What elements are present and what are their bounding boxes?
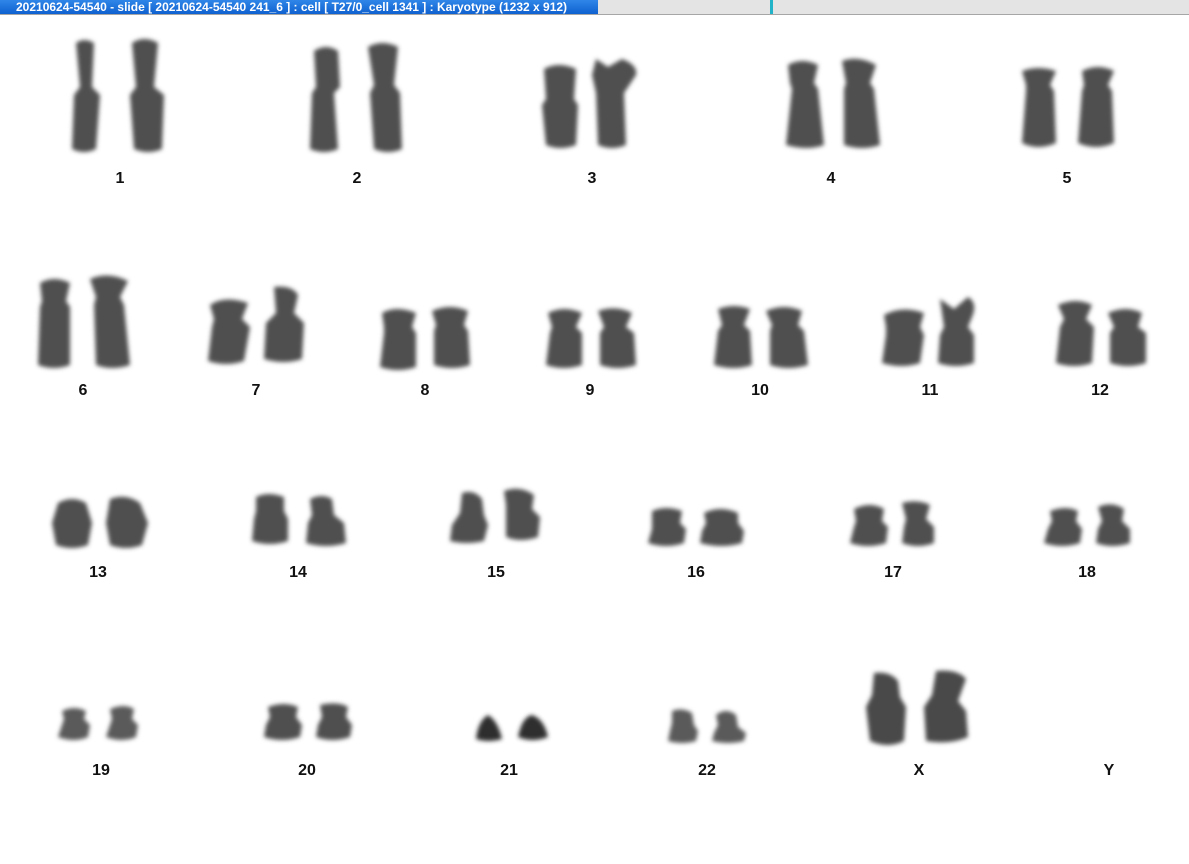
chromosome-label-15: 15	[487, 564, 505, 581]
window-title-bar: 20210624-54540 - slide [ 20210624-54540 …	[0, 0, 1189, 15]
chromosome-11-a[interactable]	[882, 309, 924, 366]
chromosome-14-a[interactable]	[252, 494, 288, 544]
chromosome-12-b[interactable]	[1108, 309, 1146, 366]
chromosome-6-b[interactable]	[90, 275, 130, 368]
chromosome-5-a[interactable]	[1022, 68, 1056, 147]
chromosome-11-b[interactable]	[938, 297, 975, 366]
chromosome-label-5: 5	[1062, 170, 1072, 187]
chromosome-1-b[interactable]	[130, 39, 164, 152]
chromosome-pair-19[interactable]	[54, 703, 144, 745]
chromosome-pair-21[interactable]	[468, 711, 554, 745]
chromosome-pair-8[interactable]	[376, 303, 476, 373]
chromosome-pair-2[interactable]	[304, 41, 408, 159]
chromosome-18-b[interactable]	[1096, 504, 1130, 546]
chromosome-13-a[interactable]	[52, 499, 92, 548]
chromosome-pair-20[interactable]	[258, 701, 358, 745]
chromosome-X-a[interactable]	[866, 672, 906, 745]
chromosome-label-11: 11	[921, 382, 939, 399]
chromosome-4-b[interactable]	[842, 58, 880, 148]
chromosome-pair-18[interactable]	[1040, 501, 1136, 551]
chromosome-13-b[interactable]	[106, 496, 148, 548]
chromosome-14-b[interactable]	[306, 496, 346, 546]
chromosome-label-7: 7	[251, 382, 261, 399]
chromosome-22-a[interactable]	[668, 709, 698, 743]
chromosome-pair-17[interactable]	[846, 499, 940, 551]
chromosome-pair-16[interactable]	[644, 505, 748, 551]
chromosome-label-17: 17	[884, 564, 902, 581]
chromosome-pair-1[interactable]	[64, 37, 176, 157]
chromosome-label-6: 6	[78, 382, 88, 399]
chromosome-16-b[interactable]	[700, 509, 744, 546]
chromosome-4-a[interactable]	[786, 61, 824, 148]
chromosome-pair-15[interactable]	[444, 485, 548, 549]
chromosome-label-14: 14	[289, 564, 307, 581]
chromosome-15-a[interactable]	[450, 491, 488, 543]
chromosome-16-a[interactable]	[648, 508, 686, 546]
chromosome-6-a[interactable]	[38, 279, 70, 368]
chromosome-X-b[interactable]	[924, 670, 968, 743]
chromosome-label-10: 10	[751, 382, 769, 399]
chromosome-2-a[interactable]	[310, 47, 340, 152]
chromosome-label-22: 22	[698, 762, 716, 779]
chromosome-label-2: 2	[352, 170, 362, 187]
chromosome-label-3: 3	[587, 170, 597, 187]
chromosome-pair-4[interactable]	[780, 55, 884, 151]
chromosome-1-a[interactable]	[72, 40, 100, 152]
chromosome-20-a[interactable]	[264, 704, 302, 740]
chromosome-19-a[interactable]	[58, 708, 90, 740]
chromosome-label-21: 21	[500, 762, 518, 779]
chromosome-10-b[interactable]	[766, 307, 808, 368]
chromosome-7-b[interactable]	[264, 286, 304, 362]
window-title: 20210624-54540 - slide [ 20210624-54540 …	[16, 0, 568, 14]
chromosome-8-b[interactable]	[432, 307, 470, 368]
chromosome-pair-11[interactable]	[878, 293, 982, 371]
chromosome-15-b[interactable]	[504, 488, 540, 540]
chromosome-pair-9[interactable]	[542, 303, 642, 373]
chromosome-label-20: 20	[298, 762, 316, 779]
chromosome-label-X: X	[913, 762, 925, 779]
chromosome-label-18: 18	[1078, 564, 1096, 581]
chromosome-label-8: 8	[420, 382, 430, 399]
title-bar-active-region[interactable]: 20210624-54540 - slide [ 20210624-54540 …	[0, 0, 598, 14]
chromosome-pair-5[interactable]	[1016, 63, 1120, 151]
chromosome-7-a[interactable]	[208, 299, 250, 364]
chromosome-3-a[interactable]	[542, 65, 578, 148]
chromosome-17-a[interactable]	[850, 505, 888, 546]
chromosome-label-1: 1	[115, 170, 125, 187]
chromosome-label-12: 12	[1091, 382, 1109, 399]
chromosome-12-a[interactable]	[1056, 301, 1094, 366]
chromosome-10-a[interactable]	[714, 306, 752, 368]
chromosome-pair-14[interactable]	[248, 489, 352, 551]
chromosome-label-9: 9	[585, 382, 595, 399]
chromosome-17-b[interactable]	[902, 501, 934, 546]
chromosome-pair-3[interactable]	[538, 53, 646, 151]
chromosome-22-b[interactable]	[712, 711, 746, 743]
chromosome-label-13: 13	[89, 564, 107, 581]
chromosome-9-b[interactable]	[598, 308, 636, 368]
chromosome-label-4: 4	[826, 170, 836, 187]
title-bar-splitter[interactable]	[770, 0, 773, 14]
chromosome-21-b[interactable]	[518, 715, 548, 740]
chromosome-2-b[interactable]	[368, 43, 402, 152]
chromosome-label-19: 19	[92, 762, 110, 779]
chromosome-label-16: 16	[687, 564, 705, 581]
chromosome-18-a[interactable]	[1044, 508, 1082, 546]
chromosome-pair-7[interactable]	[204, 283, 308, 367]
chromosome-label-Y: Y	[1103, 762, 1115, 779]
chromosome-8-a[interactable]	[380, 309, 416, 370]
chromosome-pair-13[interactable]	[48, 493, 152, 553]
chromosome-pair-10[interactable]	[710, 301, 814, 373]
chromosome-19-b[interactable]	[106, 706, 138, 740]
chromosome-pair-22[interactable]	[664, 705, 754, 747]
karyotype-canvas: 1 2 3 4 5 6 7 8 9 10 11 12 13 14 15 16 1…	[0, 15, 1189, 864]
chromosome-20-b[interactable]	[316, 703, 352, 740]
chromosome-3-b[interactable]	[592, 59, 637, 148]
chromosome-5-b[interactable]	[1078, 67, 1114, 147]
chromosome-pair-12[interactable]	[1052, 297, 1152, 371]
chromosome-pair-6[interactable]	[32, 273, 136, 373]
chromosome-pair-X[interactable]	[862, 667, 974, 751]
chromosome-9-a[interactable]	[546, 309, 582, 368]
chromosome-21-a[interactable]	[476, 715, 502, 741]
